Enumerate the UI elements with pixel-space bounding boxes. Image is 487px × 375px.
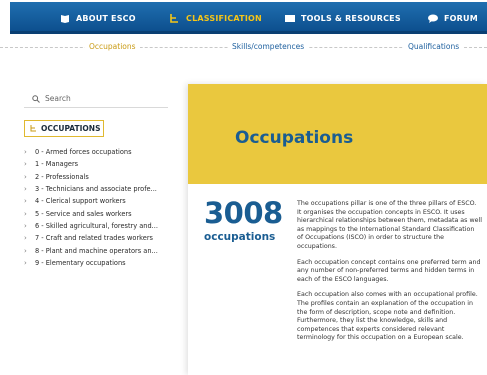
book-icon — [61, 15, 69, 23]
description-paragraph: Each occupation concept contains one pre… — [297, 258, 481, 283]
description-paragraph: Each occupation also comes with an occup… — [297, 291, 478, 342]
hierarchy-icon — [170, 14, 178, 23]
chevron-right-icon: › — [24, 258, 27, 267]
search-input[interactable]: Search — [24, 90, 168, 108]
list-item[interactable]: › 2 - Professionals — [24, 171, 158, 183]
folder-icon — [285, 15, 295, 22]
occupations-section-title: OCCUPATIONS — [41, 124, 101, 133]
description: The occupations pillar is one of the thr… — [297, 200, 482, 350]
nav-classification-label: CLASSIFICATION — [186, 14, 262, 23]
chevron-right-icon: › — [24, 246, 27, 255]
list-item[interactable]: › 7 - Craft and related trades workers — [24, 232, 158, 244]
occupation-count-label: occupations — [204, 231, 276, 243]
chevron-right-icon: › — [24, 234, 27, 243]
tab-qualifications[interactable]: Qualifications — [404, 42, 464, 51]
list-item-label: 2 - Professionals — [35, 172, 89, 181]
list-item-label: 8 - Plant and machine operators an... — [35, 246, 158, 255]
list-item[interactable]: › 9 - Elementary occupations — [24, 257, 158, 269]
chevron-right-icon: › — [24, 185, 27, 194]
nav-about-esco-label: ABOUT ESCO — [76, 14, 136, 23]
top-navigation-bar: ABOUT ESCO CLASSIFICATION TOOLS & RESOUR… — [10, 2, 487, 34]
occupation-tree: › 0 - Armed forces occupations › 1 - Manag… — [24, 146, 158, 269]
chevron-right-icon: › — [24, 221, 27, 230]
chevron-right-icon: › — [24, 209, 27, 218]
list-item[interactable]: › 8 - Plant and machine operators an... — [24, 244, 158, 256]
list-item[interactable]: › 5 - Service and sales workers — [24, 207, 158, 219]
nav-tools-resources-label: TOOLS & RESOURCES — [301, 14, 401, 23]
search-placeholder: Search — [45, 94, 71, 103]
nav-about-esco[interactable]: ABOUT ESCO — [60, 14, 136, 23]
list-item[interactable]: › 4 - Clerical support workers — [24, 195, 158, 207]
description-paragraph: The occupations pillar is one of the thr… — [297, 200, 482, 250]
list-item-label: 9 - Elementary occupations — [35, 258, 126, 267]
hierarchy-icon — [30, 125, 36, 132]
nav-classification[interactable]: CLASSIFICATION — [170, 14, 262, 23]
tab-occupations[interactable]: Occupations — [85, 42, 140, 51]
tab-skills-competences[interactable]: Skills/competences — [228, 42, 309, 51]
list-item-label: 1 - Managers — [35, 160, 79, 169]
list-item[interactable]: › 0 - Armed forces occupations — [24, 146, 158, 158]
list-item[interactable]: › 6 - Skilled agricultural, forestry and.… — [24, 220, 158, 232]
page-title: Occupations — [235, 128, 354, 148]
list-item-label: 7 - Craft and related trades workers — [35, 234, 153, 243]
chevron-right-icon: › — [24, 172, 27, 181]
occupation-count: 3008 — [204, 196, 283, 230]
list-item[interactable]: › 3 - Technicians and associate profe... — [24, 183, 158, 195]
occupations-section-header[interactable]: OCCUPATIONS — [24, 120, 104, 137]
chevron-right-icon: › — [24, 148, 27, 157]
list-item-label: 6 - Skilled agricultural, forestry and..… — [35, 221, 158, 230]
list-item-label: 4 - Clerical support workers — [35, 197, 126, 206]
nav-forum[interactable]: FORUM — [428, 14, 478, 23]
nav-tools-resources[interactable]: TOOLS & RESOURCES — [285, 14, 401, 23]
chevron-right-icon: › — [24, 160, 27, 169]
chat-icon — [428, 14, 438, 23]
list-item-label: 0 - Armed forces occupations — [35, 148, 132, 157]
list-item-label: 3 - Technicians and associate profe... — [35, 185, 157, 194]
list-item[interactable]: › 1 - Managers — [24, 158, 158, 170]
search-icon — [32, 94, 40, 103]
chevron-right-icon: › — [24, 197, 27, 206]
list-item-label: 5 - Service and sales workers — [35, 209, 132, 218]
nav-forum-label: FORUM — [444, 14, 478, 23]
